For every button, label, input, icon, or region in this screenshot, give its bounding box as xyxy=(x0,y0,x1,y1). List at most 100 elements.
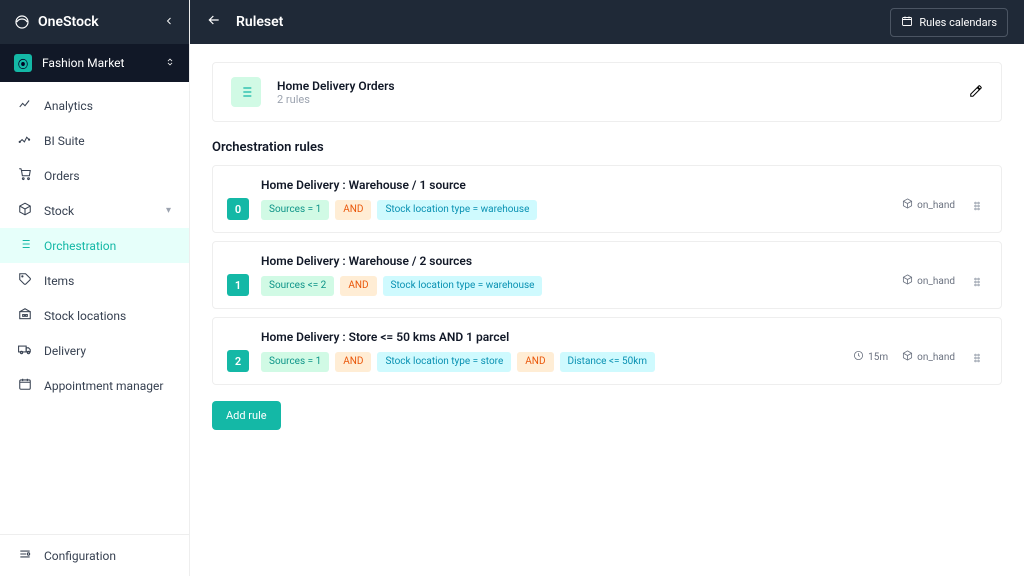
sidebar-item-bi-suite[interactable]: BI Suite xyxy=(0,123,189,158)
calendar-icon xyxy=(901,15,913,30)
rule-meta: on_hand xyxy=(902,274,955,288)
ruleset-subtitle: 2 rules xyxy=(277,93,395,106)
sidebar-item-stock-locations[interactable]: Stock locations xyxy=(0,298,189,333)
sidebar-item-label: Stock locations xyxy=(44,309,126,323)
rule-tag-and: AND xyxy=(335,200,371,220)
drag-handle-icon[interactable] xyxy=(967,198,987,217)
rule-tag-and: AND xyxy=(517,352,553,372)
settings-icon xyxy=(18,547,32,564)
rule-meta-text: on_hand xyxy=(917,352,955,363)
rule-name: Home Delivery : Warehouse / 2 sources xyxy=(261,254,890,268)
rule-body: Home Delivery : Store <= 50 kms AND 1 pa… xyxy=(261,330,841,372)
ruleset-text: Home Delivery Orders 2 rules xyxy=(277,79,395,106)
rule-tag-src: Sources <= 2 xyxy=(261,276,334,296)
rule-body: Home Delivery : Warehouse / 1 source Sour… xyxy=(261,178,890,220)
sidebar-item-label: Items xyxy=(44,274,74,288)
sidebar-item-label: Stock xyxy=(44,204,74,218)
rule-meta-text: on_hand xyxy=(917,200,955,211)
sidebar-collapse-button[interactable] xyxy=(163,15,175,30)
sidebar-item-label: Orders xyxy=(44,169,80,183)
drag-handle-icon[interactable] xyxy=(967,274,987,293)
rule-meta-item: 15m xyxy=(853,350,888,364)
sidebar-item-delivery[interactable]: Delivery xyxy=(0,333,189,368)
rule-tag-loc: Stock location type = warehouse xyxy=(377,200,537,220)
rule-tag-loc: Distance <= 50km xyxy=(560,352,656,372)
rule-body: Home Delivery : Warehouse / 2 sources Sou… xyxy=(261,254,890,296)
rule-tag-src: Sources = 1 xyxy=(261,200,329,220)
account-caret-icon xyxy=(165,57,175,70)
ruleset-title: Home Delivery Orders xyxy=(277,79,395,93)
cube-icon xyxy=(902,198,913,212)
analytics-icon xyxy=(18,97,32,114)
add-rule-label: Add rule xyxy=(226,409,267,422)
ruleset-list-icon xyxy=(231,77,261,107)
rule-index-badge: 1 xyxy=(227,274,249,296)
rule-tag-and: AND xyxy=(340,276,376,296)
sidebar-item-label: BI Suite xyxy=(44,134,85,148)
config-label: Configuration xyxy=(44,549,116,563)
rule-index-badge: 0 xyxy=(227,198,249,220)
rule-tags: Sources <= 2 AND Stock location type = war… xyxy=(261,276,890,296)
rule-meta-text: on_hand xyxy=(917,276,955,287)
sidebar-item-label: Delivery xyxy=(44,344,86,358)
chevron-down-icon: ▾ xyxy=(166,205,171,216)
rule-card[interactable]: 0 Home Delivery : Warehouse / 1 source Sou… xyxy=(212,165,1002,233)
rule-meta-text: 15m xyxy=(868,352,888,363)
sidebar: OneStock ⦿ Fashion Market Analytics BI Su… xyxy=(0,0,190,576)
items-icon xyxy=(18,272,32,289)
stocklocations-icon xyxy=(18,307,32,324)
logo-icon xyxy=(14,14,30,30)
rules-list: 0 Home Delivery : Warehouse / 1 source Sou… xyxy=(212,165,1002,385)
sidebar-item-orchestration[interactable]: Orchestration xyxy=(0,228,189,263)
rule-meta-item: on_hand xyxy=(902,198,955,212)
sidebar-item-label: Analytics xyxy=(44,99,93,113)
sidebar-item-items[interactable]: Items xyxy=(0,263,189,298)
rule-tag-loc: Stock location type = warehouse xyxy=(383,276,543,296)
sidebar-configuration[interactable]: Configuration xyxy=(0,534,189,576)
cube-icon xyxy=(902,274,913,288)
sidebar-nav: Analytics BI Suite Orders Stock ▾ Orchestrati… xyxy=(0,82,189,534)
cube-icon xyxy=(902,350,913,364)
rule-card[interactable]: 2 Home Delivery : Store <= 50 kms AND 1 p… xyxy=(212,317,1002,385)
account-selector[interactable]: ⦿ Fashion Market xyxy=(0,44,189,82)
content: Home Delivery Orders 2 rules Orchestrati… xyxy=(190,44,1024,576)
add-rule-button[interactable]: Add rule xyxy=(212,401,281,430)
rule-card[interactable]: 1 Home Delivery : Warehouse / 2 sources So… xyxy=(212,241,1002,309)
rule-meta: 15m on_hand xyxy=(853,350,955,364)
rule-name: Home Delivery : Store <= 50 kms AND 1 pa… xyxy=(261,330,841,344)
sidebar-item-orders[interactable]: Orders xyxy=(0,158,189,193)
rule-tag-src: Sources = 1 xyxy=(261,352,329,372)
sidebar-item-label: Orchestration xyxy=(44,239,116,253)
orchestration-icon xyxy=(18,237,32,254)
back-button[interactable] xyxy=(206,12,222,32)
rules-calendars-label: Rules calendars xyxy=(919,16,997,29)
clock-icon xyxy=(853,350,864,364)
sidebar-item-stock[interactable]: Stock ▾ xyxy=(0,193,189,228)
rules-calendars-button[interactable]: Rules calendars xyxy=(890,8,1008,37)
edit-ruleset-button[interactable] xyxy=(969,83,983,102)
appointment-icon xyxy=(18,377,32,394)
rule-name: Home Delivery : Warehouse / 1 source xyxy=(261,178,890,192)
sidebar-brand-row: OneStock xyxy=(0,0,189,44)
rule-meta-item: on_hand xyxy=(902,274,955,288)
sidebar-item-analytics[interactable]: Analytics xyxy=(0,88,189,123)
topbar: Ruleset Rules calendars xyxy=(190,0,1024,44)
brand-name: OneStock xyxy=(38,14,155,30)
rule-tags: Sources = 1 AND Stock location type = ware… xyxy=(261,200,890,220)
account-badge-icon: ⦿ xyxy=(14,54,32,72)
orchestration-section-title: Orchestration rules xyxy=(212,140,1002,155)
page-title: Ruleset xyxy=(236,14,876,30)
rule-meta-item: on_hand xyxy=(902,350,955,364)
sidebar-item-appointment-manager[interactable]: Appointment manager xyxy=(0,368,189,403)
rule-meta: on_hand xyxy=(902,198,955,212)
orders-icon xyxy=(18,167,32,184)
bi-icon xyxy=(18,132,32,149)
rule-tags: Sources = 1ANDStock location type = stor… xyxy=(261,352,841,372)
delivery-icon xyxy=(18,342,32,359)
drag-handle-icon[interactable] xyxy=(967,350,987,369)
main-panel: Ruleset Rules calendars Home Delivery Or… xyxy=(190,0,1024,576)
rule-index-badge: 2 xyxy=(227,350,249,372)
sidebar-item-label: Appointment manager xyxy=(44,379,163,393)
account-name: Fashion Market xyxy=(42,56,155,70)
ruleset-card: Home Delivery Orders 2 rules xyxy=(212,62,1002,122)
